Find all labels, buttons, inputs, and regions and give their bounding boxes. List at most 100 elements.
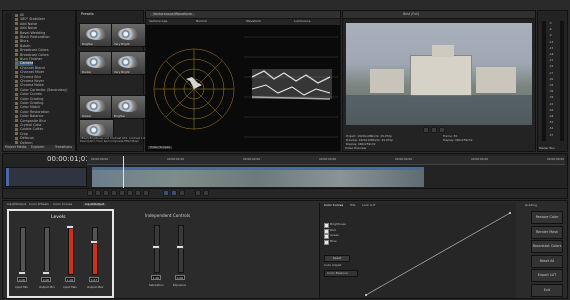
independent-value-field[interactable]: 0.00 (175, 275, 185, 280)
level-slider-fill (69, 228, 73, 274)
tab-curves-color[interactable]: Color Curves (324, 204, 343, 207)
level-value-field[interactable]: 1.00 (65, 277, 75, 282)
preset-thumbnail[interactable]: Brighter (79, 23, 114, 47)
scopes-tab[interactable]: Vectorscope/Waveform (150, 12, 196, 16)
level-slider-handle[interactable] (18, 271, 26, 275)
level-slider-handle[interactable] (66, 225, 74, 229)
auto-adjust-dropdown[interactable]: Color Balance (324, 270, 358, 277)
level-slider-handle[interactable] (90, 240, 98, 245)
scopes-dropdown[interactable]: Video Scopes (148, 146, 173, 149)
tab-project-media[interactable]: Project Media (5, 145, 27, 149)
level-slider[interactable] (44, 227, 50, 275)
snap-icon[interactable] (163, 190, 169, 196)
envelope-tool-icon[interactable] (179, 190, 185, 196)
stop-icon[interactable] (127, 190, 133, 196)
play-from-start-icon[interactable] (103, 190, 109, 196)
folder-icon (15, 17, 18, 21)
tab-video-preview[interactable]: Video Preview (345, 147, 366, 150)
preset-label: Darker (82, 70, 92, 75)
meter-scale-label: -30 (549, 77, 554, 81)
independent-slider-handle[interactable] (152, 245, 160, 249)
delete-icon[interactable] (203, 190, 209, 196)
meter-left (542, 21, 546, 141)
grading-action-button[interactable]: Reset All (531, 254, 563, 268)
level-slider-handle[interactable] (42, 271, 50, 275)
split-icon[interactable] (195, 190, 201, 196)
level-value-field[interactable]: 0.67 (89, 277, 99, 282)
fx-tree-item-label: Color Grading (20, 96, 44, 101)
prev-frame-icon[interactable] (135, 190, 141, 196)
preset-info-line-2: Description: From Red Composite Effect B… (80, 140, 140, 143)
curve-point-start[interactable] (365, 294, 367, 296)
tab-color-wheels[interactable]: Color Wheels (29, 202, 49, 206)
independent-controls-title: Independent Controls (145, 213, 191, 218)
grading-action-button[interactable]: Broadcast Colors (531, 240, 563, 253)
record-icon[interactable] (87, 190, 93, 196)
tab-input-output-left[interactable]: Input/Output (7, 202, 26, 206)
folder-icon (15, 105, 18, 109)
play-icon[interactable] (111, 190, 117, 196)
tab-explorer[interactable]: Explorer (31, 145, 44, 149)
preset-thumbnail[interactable]: Very Bright (111, 51, 146, 75)
independent-slider[interactable] (154, 225, 160, 273)
play-icon[interactable] (423, 127, 429, 133)
pause-icon[interactable] (431, 127, 437, 133)
folder-icon (15, 70, 18, 74)
ruler-label: 00:00:00;00 (91, 157, 109, 161)
video-preview-panel: Best (Full) Project: 1920x1080x32, 29.97… (342, 10, 536, 152)
stop-icon[interactable] (439, 127, 445, 133)
independent-slider-handle[interactable] (176, 245, 184, 249)
grading-action-button[interactable]: Exit (531, 283, 563, 297)
tab-curves-hsl[interactable]: HSL (350, 204, 356, 207)
level-value-field[interactable]: 0.00 (17, 277, 27, 282)
track-header (5, 167, 87, 187)
independent-label: Exposure (173, 283, 186, 287)
waveform-mode[interactable]: Luminance (294, 20, 310, 23)
vectorscope (153, 48, 235, 130)
independent-value-field[interactable]: 1.00 (151, 275, 161, 280)
level-slider[interactable] (68, 227, 74, 275)
channel-checkbox[interactable] (324, 228, 329, 234)
playhead[interactable] (123, 156, 124, 188)
preview-quality[interactable]: Best (Full) (403, 12, 419, 16)
folder-icon (15, 61, 18, 65)
folder-icon (15, 132, 18, 136)
fx-tree-item-label: Chroma Blur (20, 74, 42, 79)
level-slider[interactable] (20, 227, 26, 275)
next-frame-icon[interactable] (143, 190, 149, 196)
channel-checkbox[interactable] (324, 239, 329, 245)
preset-thumbnail[interactable]: Brighter (111, 95, 146, 119)
timeline-panel: 00:00:01;01 00:00:00;00 00:00:01;00 00:00:… (2, 153, 568, 199)
tab-master-bus[interactable]: Master Bus (539, 147, 555, 150)
preset-thumbnail[interactable]: Very Bright (111, 23, 146, 47)
tab-curves-lut[interactable]: Look LUT (362, 204, 376, 207)
tab-transitions[interactable]: Transitions (55, 145, 72, 149)
meter-scale-label: -3 (549, 22, 552, 25)
tab-input-output-active[interactable]: Input/Output (83, 202, 107, 206)
grading-action-button[interactable]: Render Mask (531, 225, 563, 239)
channel-checkbox[interactable] (324, 234, 329, 239)
preset-thumbnail[interactable]: Darker (79, 51, 114, 75)
channel-label: Red (330, 227, 336, 232)
loop-icon[interactable] (95, 190, 101, 196)
level-value-field[interactable]: 0.00 (41, 277, 51, 282)
meter-scale-label: -18 (549, 53, 554, 56)
level-slider[interactable] (92, 227, 98, 275)
edit-tool-icon[interactable] (171, 190, 177, 196)
video-clip[interactable] (91, 166, 425, 188)
curve-graph[interactable] (364, 211, 512, 297)
pause-icon[interactable] (119, 190, 125, 196)
grading-action-button[interactable]: Export LUT (531, 269, 563, 282)
grading-action-button[interactable]: Restore Color Grading (531, 211, 563, 230)
channel-checkbox[interactable] (324, 223, 329, 228)
vectorscope-mode[interactable]: Normal (196, 20, 207, 23)
independent-slider[interactable] (178, 225, 184, 273)
tab-color-curves[interactable]: Color Curves (53, 202, 72, 206)
curve-point-end[interactable] (509, 212, 511, 214)
reset-button[interactable]: Reset (324, 255, 350, 262)
preview-toolbar: Best (Full) (343, 11, 535, 19)
auto-adjust-label: Auto Adjust (324, 263, 342, 267)
preset-thumbnail[interactable]: Darker (79, 95, 114, 119)
fx-tree-item-label: Color Restoration (20, 109, 50, 114)
preview-frame (346, 23, 532, 125)
